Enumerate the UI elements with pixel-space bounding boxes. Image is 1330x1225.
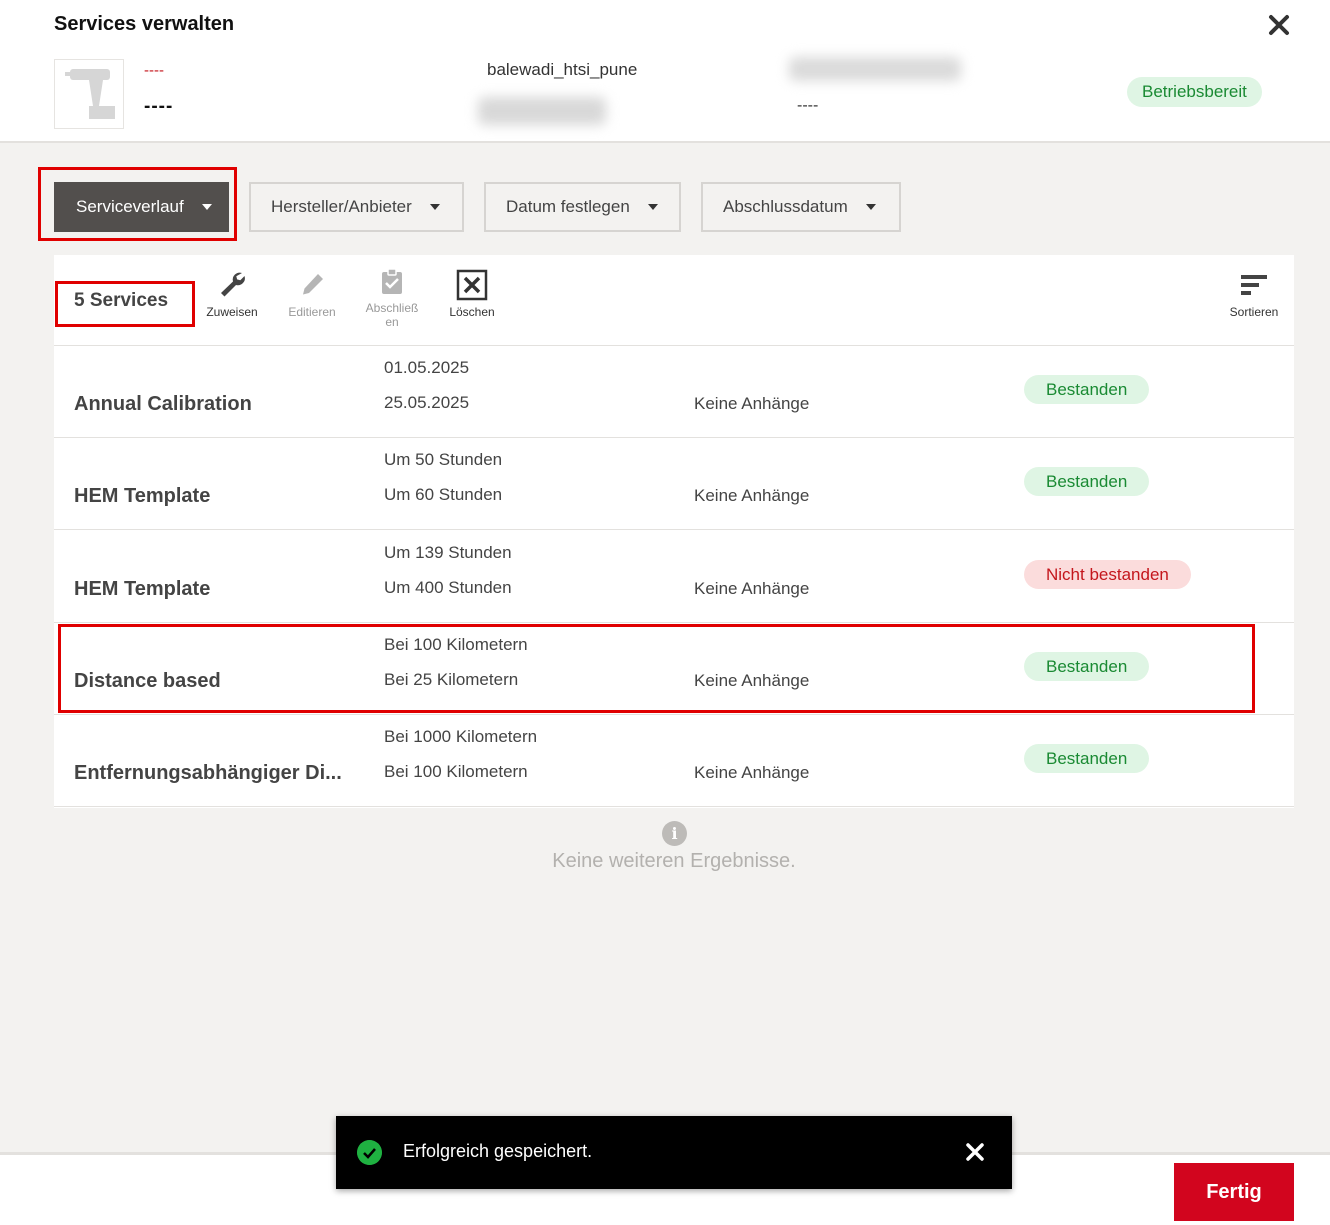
service-attachments: Keine Anhänge: [694, 671, 810, 690]
complete-label-line1: Abschließ: [365, 301, 419, 315]
service-due-line1: Bei 1000 Kilometern: [384, 727, 538, 746]
clipboard-check-icon: [382, 268, 402, 294]
redacted-field: [478, 97, 606, 125]
service-status-badge: Bestanden: [1024, 744, 1150, 773]
check-circle-icon: [357, 1140, 382, 1165]
asset-thumbnail: [54, 59, 124, 129]
close-icon[interactable]: [1266, 12, 1292, 38]
asset-status-badge: Betriebsbereit: [1127, 77, 1262, 107]
services-toolbar: 5 Services Zuweisen Editieren Abschließ …: [54, 255, 1294, 346]
service-due-line1: Um 139 Stunden: [384, 543, 512, 562]
asset-location: balewadi_htsi_pune: [487, 60, 638, 79]
assign-button[interactable]: Zuweisen: [197, 269, 267, 319]
service-due-line2: Um 60 Stunden: [384, 485, 503, 504]
complete-button[interactable]: Abschließ en: [357, 265, 427, 329]
delete-button[interactable]: Löschen: [437, 269, 507, 319]
service-status-badge: Nicht bestanden: [1024, 560, 1191, 589]
wrench-icon: [221, 272, 245, 297]
service-due-line2: Um 400 Stunden: [384, 578, 512, 597]
service-status-badge: Bestanden: [1024, 652, 1150, 681]
service-name: HEM Template: [74, 485, 211, 507]
service-status-badge: Bestanden: [1024, 467, 1150, 496]
pencil-icon: [303, 274, 323, 295]
services-panel: 5 Services Zuweisen Editieren Abschließ …: [54, 255, 1294, 808]
service-due-line2: 25.05.2025: [384, 393, 470, 412]
service-name: HEM Template: [74, 578, 211, 600]
drill-icon: [65, 69, 115, 119]
sort-label: Sortieren: [1229, 305, 1279, 319]
service-due-line1: 01.05.2025: [384, 358, 470, 377]
service-attachments: Keine Anhänge: [694, 579, 810, 598]
info-icon: i: [662, 821, 687, 846]
caret-down-icon: [201, 204, 212, 210]
filter-label: Serviceverlauf: [76, 197, 184, 216]
service-attachments: Keine Anhänge: [694, 394, 810, 413]
service-row[interactable]: Entfernungsabhängiger Di... Bei 1000 Kil…: [54, 715, 1294, 807]
toast-message: Erfolgreich gespeichert.: [403, 1141, 593, 1161]
close-icon[interactable]: [964, 1141, 986, 1163]
filter-label: Abschlussdatum: [723, 197, 848, 216]
service-status-badge: Bestanden: [1024, 375, 1150, 404]
service-attachments: Keine Anhänge: [694, 486, 810, 505]
service-due-line1: Bei 100 Kilometern: [384, 635, 528, 654]
toast-notification: Erfolgreich gespeichert.: [336, 1116, 1012, 1189]
service-row[interactable]: Distance based Bei 100 Kilometern Bei 25…: [54, 623, 1294, 715]
sort-icon: [1241, 275, 1267, 295]
service-row[interactable]: HEM Template Um 50 Stunden Um 60 Stunden…: [54, 438, 1294, 530]
asset-name: ----: [144, 96, 174, 117]
service-name: Distance based: [74, 670, 221, 692]
service-attachments: Keine Anhänge: [694, 763, 810, 782]
service-due-line1: Um 50 Stunden: [384, 450, 503, 469]
asset-field: ----: [797, 97, 819, 114]
edit-button[interactable]: Editieren: [277, 269, 347, 319]
filter-label: Hersteller/Anbieter: [271, 197, 412, 216]
filter-manufacturer[interactable]: Hersteller/Anbieter: [249, 182, 464, 232]
service-name: Annual Calibration: [74, 393, 252, 415]
service-row[interactable]: Annual Calibration 01.05.2025 25.05.2025…: [54, 346, 1294, 438]
filter-label: Datum festlegen: [506, 197, 630, 216]
filter-date[interactable]: Datum festlegen: [484, 182, 681, 232]
dialog-header: Services verwalten ---- ---- balewadi_ht…: [0, 0, 1330, 143]
filter-completion-date[interactable]: Abschlussdatum: [701, 182, 901, 232]
services-count: 5 Services: [74, 290, 169, 311]
edit-label: Editieren: [288, 305, 336, 319]
filter-service-history[interactable]: Serviceverlauf: [54, 182, 229, 232]
caret-down-icon: [865, 204, 876, 210]
service-name: Entfernungsabhängiger Di...: [74, 762, 342, 784]
dialog-title: Services verwalten: [54, 13, 235, 35]
delete-box-icon: [456, 269, 488, 301]
caret-down-icon: [647, 204, 658, 210]
no-more-results: Keine weiteren Ergebnisse.: [552, 850, 796, 872]
asset-red-label: ----: [144, 62, 164, 79]
assign-label: Zuweisen: [206, 305, 258, 319]
complete-label-line2: en: [385, 315, 399, 329]
service-due-line2: Bei 100 Kilometern: [384, 762, 528, 781]
delete-label: Löschen: [449, 305, 495, 319]
caret-down-icon: [429, 204, 440, 210]
redacted-field: [789, 57, 961, 81]
service-row[interactable]: HEM Template Um 139 Stunden Um 400 Stund…: [54, 531, 1294, 623]
sort-button[interactable]: Sortieren: [1219, 269, 1289, 319]
service-due-line2: Bei 25 Kilometern: [384, 670, 519, 689]
done-button[interactable]: Fertig: [1174, 1163, 1294, 1221]
